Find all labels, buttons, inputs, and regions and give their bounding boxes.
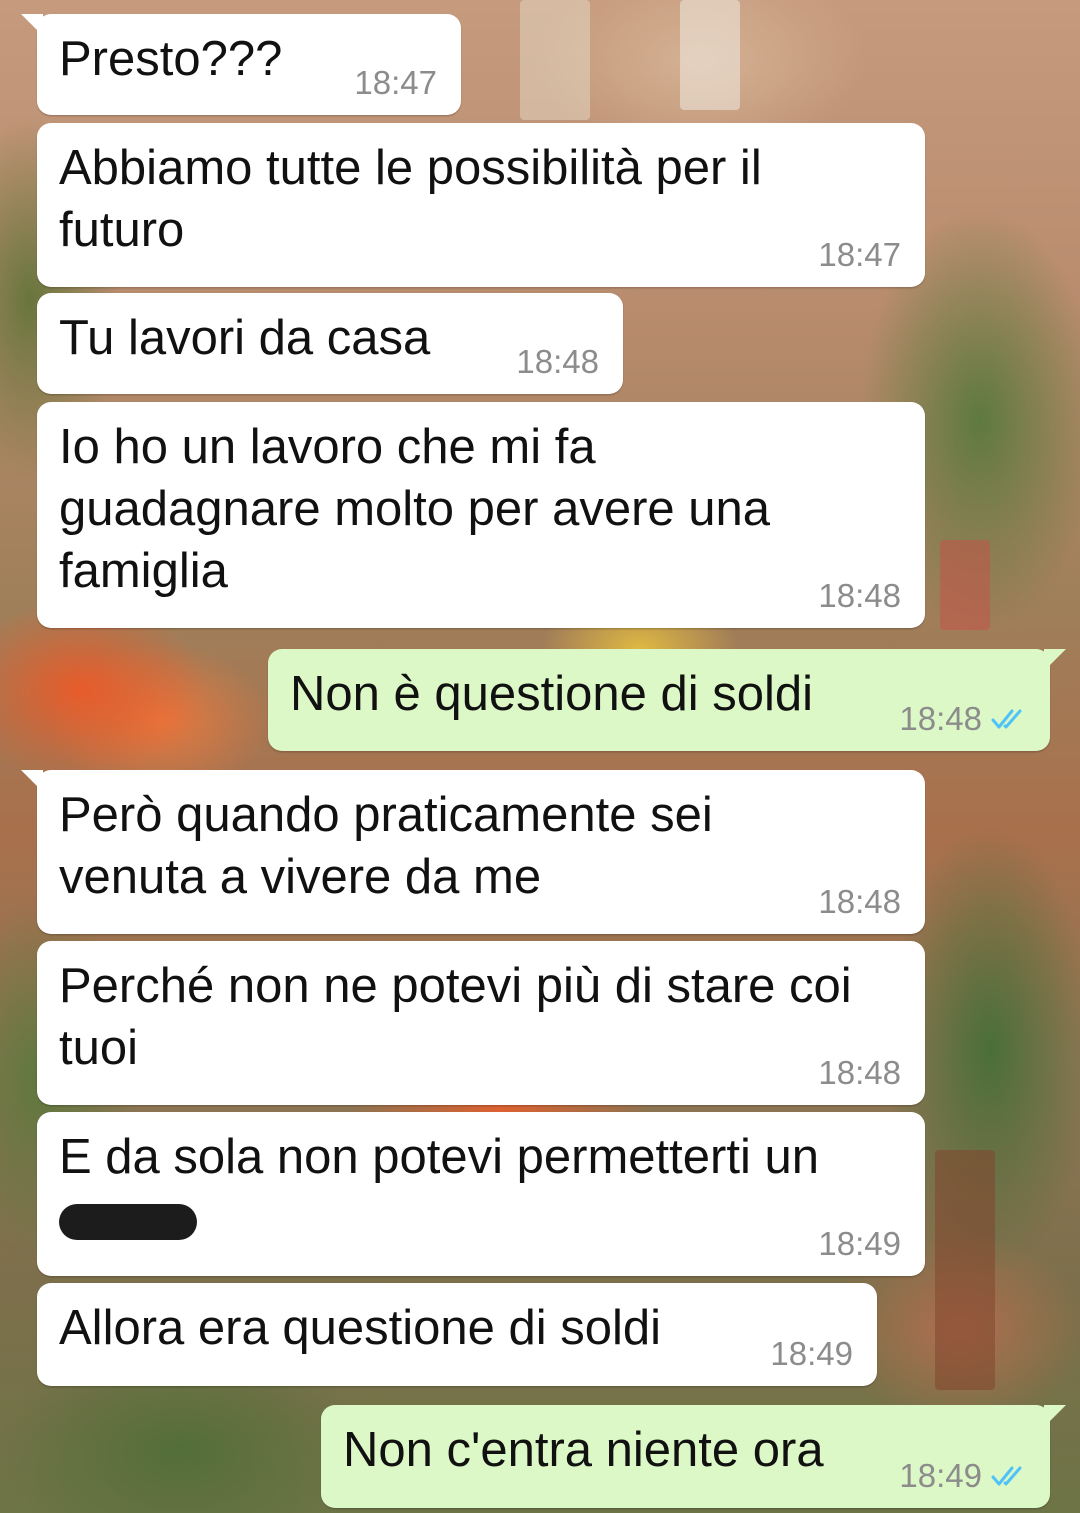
message-text: E da sola non potevi permetterti un (59, 1130, 819, 1184)
incoming-message-bubble[interactable]: Però quando praticamente sei venuta a viv… (21, 770, 925, 934)
message-text: Io ho un lavoro che mi fa (59, 420, 596, 474)
incoming-message-bubble[interactable]: Abbiamo tutte le possibilità per il futur… (37, 123, 925, 287)
message-text: Abbiamo tutte le possibilità per il (59, 141, 762, 195)
message-timestamp: 18:47 (818, 236, 901, 273)
message-text: guadagnare molto per avere una (59, 482, 771, 536)
message-timestamp: 18:49 (770, 1335, 853, 1372)
outgoing-message-bubble[interactable]: Non è questione di soldi 18:48 (268, 649, 1066, 751)
wallpaper-detail (680, 0, 740, 110)
message-meta: 18:48 (818, 1055, 901, 1091)
message-text: Però quando praticamente sei (59, 788, 713, 842)
bubble-tail (21, 770, 43, 792)
incoming-message-bubble[interactable]: Presto??? 18:47 (21, 14, 461, 115)
incoming-message-bubble[interactable]: Io ho un lavoro che mi fa guadagnare molt… (37, 402, 925, 628)
message-meta: 18:48 (899, 701, 1030, 737)
redaction-scribble (59, 1204, 197, 1241)
message-text: Perché non ne potevi più di stare coi (59, 959, 852, 1013)
message-meta: 18:47 (354, 65, 437, 101)
incoming-message-bubble[interactable]: Perché non ne potevi più di stare coi tuo… (37, 941, 925, 1105)
wallpaper-detail (520, 0, 590, 120)
message-timestamp: 18:49 (899, 1457, 982, 1494)
message-timestamp: 18:48 (516, 343, 599, 380)
message-timestamp: 18:48 (818, 577, 901, 614)
message-text: Allora era questione di soldi (59, 1301, 661, 1355)
message-timestamp: 18:49 (818, 1225, 901, 1262)
bubble-tail (1044, 1405, 1066, 1427)
bubble-tail (21, 14, 43, 36)
double-check-icon (991, 1466, 1022, 1486)
message-meta: 18:47 (818, 237, 901, 273)
message-meta: 18:49 (818, 1226, 901, 1262)
redacted-line (59, 1188, 903, 1250)
outgoing-message-bubble[interactable]: Non c'entra niente ora 18:49 (321, 1405, 1066, 1508)
message-timestamp: 18:48 (818, 883, 901, 920)
message-meta: 18:48 (818, 578, 901, 614)
message-timestamp: 18:47 (354, 64, 437, 101)
double-check-icon (991, 709, 1022, 729)
message-meta: 18:49 (899, 1458, 1030, 1494)
message-meta: 18:48 (516, 344, 599, 380)
message-timestamp: 18:48 (818, 1054, 901, 1091)
bubble-tail (1044, 649, 1066, 671)
wallpaper-detail (940, 540, 990, 630)
message-text: futuro (59, 203, 185, 257)
wallpaper-detail (935, 1150, 995, 1390)
message-text: famiglia (59, 544, 228, 598)
message-text: tuoi (59, 1021, 139, 1075)
message-meta: 18:49 (770, 1336, 853, 1372)
message-meta: 18:48 (818, 884, 901, 920)
incoming-message-bubble[interactable]: Allora era questione di soldi 18:49 (37, 1283, 877, 1386)
message-text: venuta a vivere da me (59, 850, 542, 904)
incoming-message-bubble[interactable]: E da sola non potevi permetterti un 18:49 (37, 1112, 925, 1276)
incoming-message-bubble[interactable]: Tu lavori da casa 18:48 (37, 293, 623, 394)
message-timestamp: 18:48 (899, 700, 982, 737)
